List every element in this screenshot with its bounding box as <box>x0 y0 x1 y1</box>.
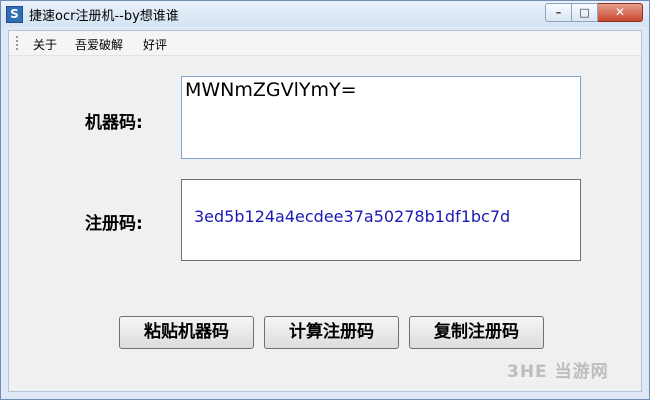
title-bar[interactable]: S 捷速ocr注册机--by想谁谁 – □ ✕ <box>1 1 649 27</box>
register-code-value: 3ed5b124a4ecdee37a50278b1df1bc7d <box>194 207 511 226</box>
menu-bar: 关于 吾爱破解 好评 <box>9 31 641 56</box>
watermark: 3HE 当游网 <box>507 362 609 382</box>
client-area: 关于 吾爱破解 好评 机器码: MWNmZGVlYmY= 注册码: 3ed5b1… <box>8 30 642 392</box>
app-logo-icon: S <box>6 6 23 23</box>
minimize-button[interactable]: – <box>545 3 572 22</box>
menu-item-good-review[interactable]: 好评 <box>143 36 167 53</box>
close-button[interactable]: ✕ <box>598 3 643 22</box>
window-controls: – □ ✕ <box>545 3 643 22</box>
menu-item-about[interactable]: 关于 <box>33 36 57 53</box>
toolbar-grip-icon[interactable] <box>16 36 20 50</box>
copy-register-code-button[interactable]: 复制注册码 <box>409 316 544 349</box>
register-code-label: 注册码: <box>85 214 143 234</box>
machine-code-value: MWNmZGVlYmY= <box>185 79 357 101</box>
paste-machine-code-button[interactable]: 粘贴机器码 <box>119 316 254 349</box>
machine-code-field[interactable]: MWNmZGVlYmY= <box>181 76 581 159</box>
app-window: S 捷速ocr注册机--by想谁谁 – □ ✕ 关于 吾爱破解 好评 机器码: … <box>0 0 650 400</box>
maximize-button[interactable]: □ <box>572 3 598 22</box>
window-title: 捷速ocr注册机--by想谁谁 <box>29 9 179 24</box>
machine-code-label: 机器码: <box>85 113 143 133</box>
calculate-register-code-button[interactable]: 计算注册码 <box>264 316 399 349</box>
menu-item-52pojie[interactable]: 吾爱破解 <box>75 36 123 53</box>
register-code-field[interactable]: 3ed5b124a4ecdee37a50278b1df1bc7d <box>181 179 581 261</box>
